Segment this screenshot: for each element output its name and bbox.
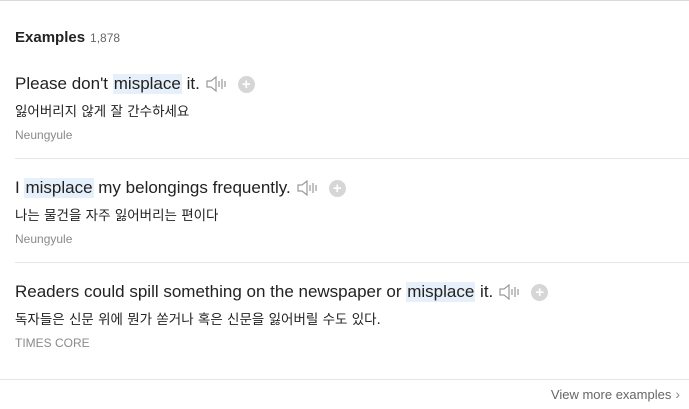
speaker-icon[interactable] bbox=[206, 75, 230, 93]
example-sentence-ko: 독자들은 신문 위에 뭔가 쏟거나 혹은 신문을 잃어버릴 수도 있다. bbox=[15, 312, 381, 328]
highlighted-word: misplace bbox=[24, 178, 94, 198]
example-source: Neungyule bbox=[15, 128, 73, 142]
view-more-label: View more examples bbox=[550, 386, 672, 402]
speaker-icon[interactable] bbox=[297, 179, 321, 197]
example-item: Please don't misplace it. + 잃어버리지 않게 잘 간… bbox=[15, 72, 689, 142]
examples-panel: Examples 1,878 Please don't misplace it.… bbox=[0, 0, 689, 409]
highlighted-word: misplace bbox=[406, 282, 476, 302]
examples-count: 1,878 bbox=[90, 31, 121, 45]
chevron-right-icon: › bbox=[675, 386, 680, 402]
examples-header: Examples 1,878 bbox=[15, 29, 120, 46]
divider bbox=[15, 158, 689, 159]
examples-title: Examples bbox=[15, 29, 86, 46]
example-source: Neungyule bbox=[15, 232, 73, 246]
view-more-examples-link[interactable]: View more examples › bbox=[551, 386, 680, 402]
example-sentence-en: Readers could spill something on the new… bbox=[15, 280, 689, 304]
highlighted-word: misplace bbox=[112, 74, 182, 94]
example-item: Readers could spill something on the new… bbox=[15, 280, 689, 350]
add-to-wordbook-icon[interactable]: + bbox=[328, 179, 346, 197]
sentence-text: I bbox=[15, 178, 25, 197]
sentence-text: my belongings frequently. bbox=[93, 178, 291, 197]
example-item: I misplace my belongings frequently. + 나… bbox=[15, 176, 689, 246]
example-source: TIMES CORE bbox=[15, 336, 90, 350]
divider bbox=[15, 262, 689, 263]
sentence-text: Please don't bbox=[15, 74, 113, 93]
example-sentence-en: I misplace my belongings frequently. + bbox=[15, 176, 689, 200]
sentence-text: Readers could spill something on the new… bbox=[15, 282, 407, 301]
add-to-wordbook-icon[interactable]: + bbox=[531, 283, 549, 301]
sentence-text: it. bbox=[181, 74, 200, 93]
example-sentence-en: Please don't misplace it. + bbox=[15, 72, 689, 96]
example-sentence-ko: 나는 물건을 자주 잃어버리는 편이다 bbox=[15, 208, 219, 224]
sentence-text: it. bbox=[475, 282, 494, 301]
add-to-wordbook-icon[interactable]: + bbox=[237, 75, 255, 93]
example-sentence-ko: 잃어버리지 않게 잘 간수하세요 bbox=[15, 104, 190, 120]
speaker-icon[interactable] bbox=[499, 283, 523, 301]
footer-divider bbox=[0, 379, 689, 380]
